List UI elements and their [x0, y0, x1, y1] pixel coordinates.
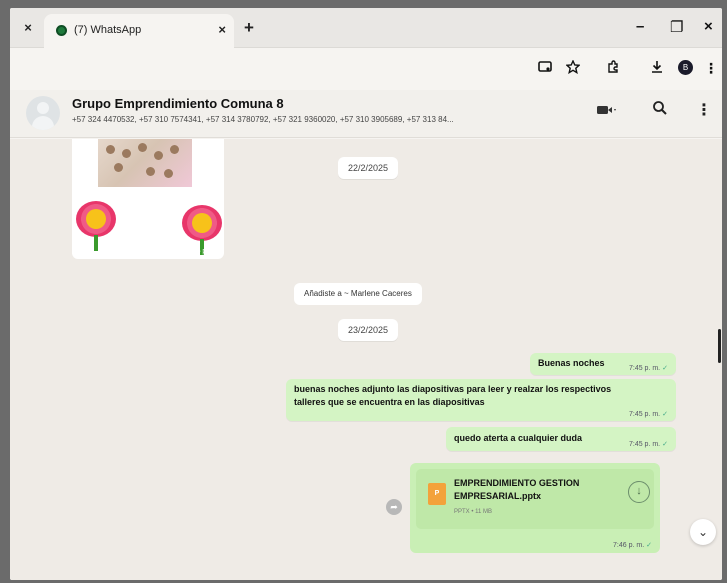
extensions-icon[interactable]: [606, 60, 620, 77]
close-icon[interactable]: ×: [20, 20, 36, 36]
message-time: 7:46 p. m.: [613, 542, 645, 549]
new-tab-button[interactable]: +: [244, 18, 254, 38]
whatsapp-favicon-icon: [56, 25, 67, 36]
download-file-button[interactable]: ↓: [628, 481, 650, 503]
message-text: quedo aterta a cualquier duda: [454, 433, 583, 443]
group-name[interactable]: Grupo Emprendimiento Comuna 8: [72, 96, 284, 111]
image-timestamp: 12:45 p. m.: [182, 248, 218, 255]
sent-check-icon: ✓: [662, 411, 668, 418]
search-icon[interactable]: [652, 100, 668, 121]
window-close-button[interactable]: ×: [704, 18, 713, 35]
outgoing-message[interactable]: buenas noches adjunto las diapositivas p…: [286, 379, 676, 421]
download-icon[interactable]: [650, 60, 664, 77]
date-separator: 23/2/2025: [338, 319, 399, 341]
screen-cast-icon[interactable]: [538, 60, 552, 77]
message-meta: 7:45 p. m. ✓: [629, 364, 668, 372]
system-message: Añadiste a ~ Marlene Caceres: [294, 283, 422, 305]
chat-area: 12:45 p. m. 22/2/2025 Añadiste a ~ Marle…: [10, 139, 722, 580]
pptx-file-icon: P: [428, 483, 446, 505]
forward-icon[interactable]: ➦: [386, 499, 402, 515]
scroll-to-bottom-button[interactable]: ⌄: [690, 519, 716, 545]
browser-window: × (7) WhatsApp × + – ❐ × B ⋮ Grupo Empre…: [10, 8, 722, 580]
outgoing-message[interactable]: quedo aterta a cualquier duda 7:45 p. m.…: [446, 427, 676, 451]
sent-check-icon: ✓: [662, 365, 668, 372]
tab-close-button[interactable]: ×: [218, 22, 226, 37]
maximize-button[interactable]: ❐: [670, 18, 683, 36]
message-meta: 7:45 p. m. ✓: [629, 410, 668, 418]
outgoing-message[interactable]: Buenas noches 7:45 p. m. ✓: [530, 353, 676, 375]
file-info: PPTX • 11 MB: [454, 509, 493, 515]
message-time: 7:45 p. m.: [628, 365, 661, 372]
chat-menu-icon[interactable]: ⋮: [696, 100, 712, 120]
file-name: EMPRENDIMIENTO GESTION EMPRESARIAL.pptx: [454, 478, 580, 501]
browser-toolbar: B ⋮: [10, 48, 722, 90]
tab-whatsapp[interactable]: (7) WhatsApp ×: [44, 14, 234, 48]
chat-header[interactable]: Grupo Emprendimiento Comuna 8 +57 324 44…: [10, 90, 722, 138]
tab-strip: × (7) WhatsApp × + – ❐ ×: [10, 8, 722, 48]
date-separator: 22/2/2025: [338, 157, 399, 179]
scrollbar[interactable]: [718, 329, 721, 363]
image-top-photo: [98, 139, 192, 187]
message-meta: 7:45 p. m. ✓: [629, 440, 668, 448]
minimize-button[interactable]: –: [636, 18, 644, 35]
kebab-menu-icon[interactable]: ⋮: [704, 60, 718, 77]
tab-title: (7) WhatsApp: [74, 24, 142, 36]
file-card[interactable]: P EMPRENDIMIENTO GESTION EMPRESARIAL.ppt…: [416, 469, 654, 529]
message-meta: 7:46 p. m. ✓: [613, 541, 652, 549]
image-message[interactable]: 12:45 p. m.: [72, 139, 224, 259]
message-text: buenas noches adjunto las diapositivas p…: [294, 384, 612, 407]
sent-check-icon: ✓: [646, 542, 652, 549]
message-time: 7:45 p. m.: [628, 411, 661, 418]
file-message[interactable]: P EMPRENDIMIENTO GESTION EMPRESARIAL.ppt…: [410, 463, 660, 553]
profile-avatar[interactable]: B: [678, 60, 693, 75]
star-icon[interactable]: [565, 59, 581, 77]
message-time: 7:45 p. m.: [628, 441, 661, 448]
group-members: +57 324 4470532, +57 310 7574341, +57 31…: [72, 115, 454, 124]
group-avatar-icon[interactable]: [26, 96, 60, 130]
message-text: Buenas noches: [538, 358, 605, 368]
sent-check-icon: ✓: [662, 441, 668, 448]
flower-sticker-icon: [76, 201, 116, 251]
video-call-button[interactable]: [592, 104, 622, 122]
